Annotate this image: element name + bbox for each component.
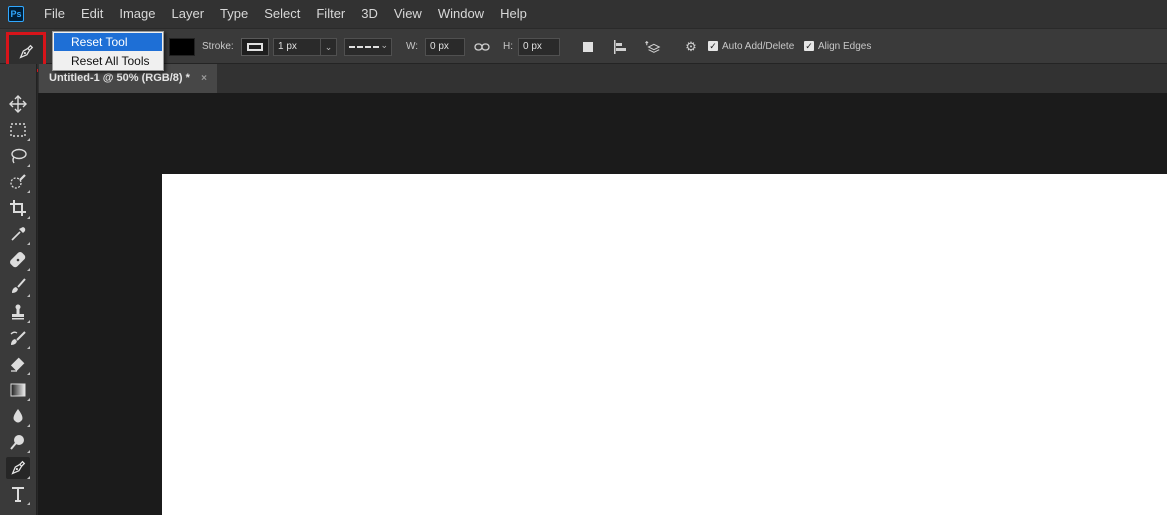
dodge-tool-icon[interactable] bbox=[6, 431, 30, 453]
move-tool-icon[interactable] bbox=[6, 93, 30, 115]
menu-select[interactable]: Select bbox=[256, 0, 308, 28]
blur-tool-icon[interactable] bbox=[6, 405, 30, 427]
photoshop-logo-icon: Ps bbox=[8, 6, 24, 22]
marquee-tool-icon[interactable] bbox=[6, 119, 30, 141]
auto-add-delete-checkbox[interactable]: ✓ bbox=[708, 41, 718, 51]
width-label: W: bbox=[406, 41, 419, 52]
brush-tool-icon[interactable] bbox=[6, 275, 30, 297]
document-tab-title: Untitled-1 @ 50% (RGB/8) * bbox=[49, 72, 190, 84]
menu-bar: Ps File Edit Image Layer Type Select Fil… bbox=[0, 0, 1167, 28]
menu-help[interactable]: Help bbox=[492, 0, 535, 28]
eyedropper-tool-icon[interactable] bbox=[6, 223, 30, 245]
menu-3d[interactable]: 3D bbox=[353, 0, 386, 28]
history-brush-tool-icon[interactable] bbox=[6, 327, 30, 349]
height-label: H: bbox=[503, 41, 513, 52]
gear-icon[interactable]: ⚙ bbox=[683, 39, 699, 55]
reset-tool-menu: Reset Tool Reset All Tools bbox=[52, 31, 164, 71]
stroke-type-dropdown[interactable]: ⌄ bbox=[344, 38, 392, 56]
align-edges-label: Align Edges bbox=[818, 41, 872, 52]
stroke-swatch[interactable] bbox=[241, 38, 269, 56]
dashed-line-icon bbox=[349, 46, 379, 48]
document-canvas[interactable] bbox=[162, 174, 1167, 515]
menu-file[interactable]: File bbox=[36, 0, 73, 28]
pen-tool-icon[interactable] bbox=[6, 457, 30, 479]
healing-brush-tool-icon[interactable] bbox=[6, 249, 30, 271]
menu-layer[interactable]: Layer bbox=[164, 0, 213, 28]
path-arrangement-icon[interactable] bbox=[645, 39, 661, 55]
align-edges-checkbox[interactable]: ✓ bbox=[804, 41, 814, 51]
link-icon[interactable] bbox=[474, 39, 490, 55]
menu-type[interactable]: Type bbox=[212, 0, 256, 28]
menu-view[interactable]: View bbox=[386, 0, 430, 28]
workspace bbox=[38, 93, 1167, 515]
menu-image[interactable]: Image bbox=[111, 0, 163, 28]
reset-all-tools-menu-item[interactable]: Reset All Tools bbox=[54, 52, 162, 70]
auto-add-delete-label: Auto Add/Delete bbox=[722, 41, 795, 52]
menu-edit[interactable]: Edit bbox=[73, 0, 111, 28]
stroke-swatch-preview bbox=[247, 43, 263, 51]
path-alignment-icon[interactable] bbox=[612, 39, 628, 55]
quick-selection-tool-icon[interactable] bbox=[6, 171, 30, 193]
stroke-label: Stroke: bbox=[202, 41, 234, 52]
pen-tool-icon bbox=[19, 44, 34, 59]
close-icon[interactable]: × bbox=[201, 64, 207, 93]
eraser-tool-icon[interactable] bbox=[6, 353, 30, 375]
menu-window[interactable]: Window bbox=[430, 0, 492, 28]
stroke-width-field[interactable]: 1 px bbox=[273, 38, 321, 56]
menu-filter[interactable]: Filter bbox=[308, 0, 353, 28]
reset-tool-menu-item[interactable]: Reset Tool bbox=[54, 33, 162, 51]
width-field[interactable]: 0 px bbox=[425, 38, 465, 56]
clone-stamp-tool-icon[interactable] bbox=[6, 301, 30, 323]
document-tab-bar: Untitled-1 @ 50% (RGB/8) * × bbox=[38, 64, 1167, 93]
height-field[interactable]: 0 px bbox=[518, 38, 560, 56]
path-operations-icon[interactable] bbox=[580, 39, 596, 55]
lasso-tool-icon[interactable] bbox=[6, 145, 30, 167]
crop-tool-icon[interactable] bbox=[6, 197, 30, 219]
options-bar: Stroke: 1 px ⌄ ⌄ W: 0 px H: 0 px ⚙ ✓ Aut… bbox=[0, 28, 1167, 72]
chevron-down-icon[interactable]: ⌄ bbox=[321, 38, 337, 56]
chevron-down-icon: ⌄ bbox=[380, 40, 388, 50]
type-tool-icon[interactable] bbox=[6, 483, 30, 505]
tools-panel bbox=[0, 64, 37, 515]
fill-swatch[interactable] bbox=[169, 38, 195, 56]
gradient-tool-icon[interactable] bbox=[6, 379, 30, 401]
